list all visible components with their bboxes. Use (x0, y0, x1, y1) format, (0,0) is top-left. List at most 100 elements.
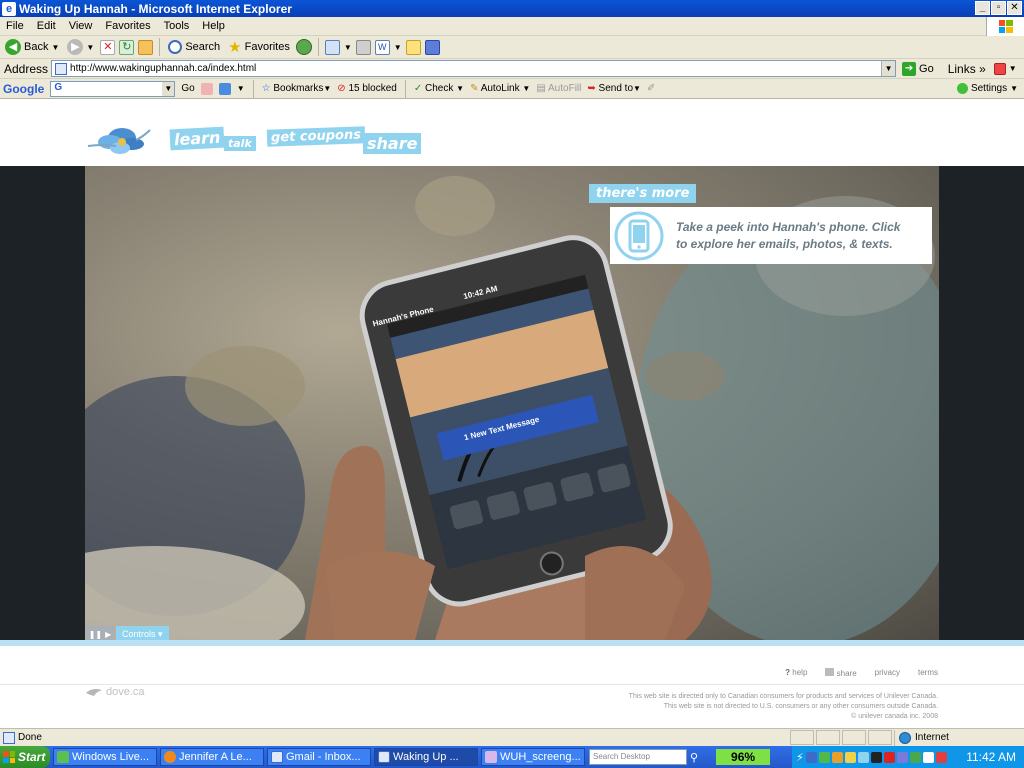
popup-blocker-button[interactable]: ⊘ 15 blocked (337, 83, 397, 94)
refresh-icon[interactable]: ↻ (119, 39, 135, 55)
standard-toolbar: ◀ Back ▼ ▶ ▼ ✕ ↻ Search ★ Favorites ▼ W … (0, 36, 1024, 59)
nav-share[interactable]: share (363, 133, 422, 154)
menu-help[interactable]: Help (202, 20, 225, 32)
antivirus-icon[interactable] (831, 751, 843, 763)
terms-link[interactable]: terms (918, 668, 938, 678)
autolink-button[interactable]: ✎ AutoLink ▼ (470, 83, 530, 94)
taskbar: Start Windows Live... Jennifer A Le... G… (0, 746, 1024, 768)
menu-favorites[interactable]: Favorites (105, 20, 150, 32)
settings-status-icon (956, 83, 968, 94)
popup-icon[interactable] (993, 62, 1006, 75)
clock[interactable]: 11:42 AM (966, 750, 1016, 764)
forward-arrow-icon: ▶ (67, 39, 84, 55)
minimize-button[interactable]: _ (975, 1, 990, 15)
links-dropdown-icon[interactable]: ▼ (1009, 64, 1017, 73)
controls-dropdown-icon: ▾ (158, 629, 163, 639)
task-wuh-screengrab[interactable]: WUH_screeng... (481, 748, 585, 766)
alert-icon[interactable] (883, 751, 895, 763)
go-button[interactable]: ➔ Go (902, 61, 934, 76)
flower-logo-icon[interactable] (86, 120, 152, 160)
sync-icon[interactable] (857, 751, 869, 763)
favorites-star-icon: ★ (228, 39, 242, 56)
maximize-button[interactable]: ▫ (991, 1, 1006, 15)
explore-phone-callout[interactable]: Take a peek into Hannah's phone. Click t… (610, 207, 932, 264)
share-link[interactable]: share (825, 668, 857, 678)
home-icon[interactable] (138, 39, 154, 55)
back-arrow-icon: ◀ (5, 39, 21, 55)
autofill-button[interactable]: ▤ AutoFill (536, 83, 581, 94)
history-icon[interactable] (295, 39, 312, 55)
update-icon[interactable] (844, 751, 856, 763)
mail-icon[interactable] (324, 39, 340, 55)
security-zone[interactable]: Internet (894, 729, 1024, 746)
menu-bar: File Edit View Favorites Tools Help (0, 17, 1024, 36)
windows-logo (986, 17, 1024, 36)
video-stage[interactable]: 10:42 AM Hannah's Phone 1 New Text Messa… (85, 166, 939, 640)
send-to-button[interactable]: ➥ Send to▼ (587, 83, 641, 94)
volume-icon[interactable] (909, 751, 921, 763)
google-news-icon[interactable] (218, 82, 231, 95)
video-player[interactable]: 10:42 AM Hannah's Phone 1 New Text Messa… (0, 166, 1024, 642)
back-dropdown-icon[interactable]: ▼ (51, 43, 59, 52)
question-icon: ? (785, 668, 791, 677)
edit-word-icon[interactable]: W (374, 39, 390, 55)
go-arrow-icon: ➔ (902, 61, 917, 76)
address-url[interactable]: http://www.wakinguphannah.ca/index.html (70, 63, 256, 74)
print-icon[interactable] (355, 39, 371, 55)
task-windows-live[interactable]: Windows Live... (53, 748, 157, 766)
nav-talk[interactable]: talk (224, 136, 256, 151)
edit-dropdown-icon[interactable]: ▼ (394, 43, 402, 52)
favorites-button[interactable]: ★ Favorites (226, 37, 292, 57)
close-button[interactable]: ✕ (1007, 1, 1022, 15)
desktop-search-icon[interactable]: ⚲ (690, 751, 698, 764)
bookmarks-button[interactable]: ☆ Bookmarks▼ (262, 83, 332, 94)
page-status-icon (3, 731, 15, 744)
google-settings-button[interactable]: Settings ▼ (956, 83, 1018, 94)
task-jennifer[interactable]: Jennifer A Le... (160, 748, 264, 766)
forward-button[interactable]: ▶ ▼ (65, 37, 96, 57)
nav-learn[interactable]: learn (169, 126, 225, 151)
address-input[interactable]: http://www.wakinguphannah.ca/index.html … (51, 60, 897, 77)
pagerank-icon[interactable] (200, 82, 213, 95)
discuss-icon[interactable] (405, 39, 421, 55)
google-go-button[interactable]: Go (181, 83, 194, 94)
menu-edit[interactable]: Edit (37, 20, 56, 32)
highlight-icon[interactable]: ✐ (647, 83, 655, 94)
messenger-icon[interactable] (424, 39, 440, 55)
back-button[interactable]: ◀ Back ▼ (3, 37, 61, 57)
help-link[interactable]: ? help (785, 668, 807, 678)
google-search-input[interactable]: G ▼ (50, 80, 176, 97)
messenger-tray-icon[interactable] (818, 751, 830, 763)
shield-icon[interactable] (896, 751, 908, 763)
theres-more-tag[interactable]: there's more (589, 184, 697, 203)
privacy-link[interactable]: privacy (875, 668, 900, 678)
network-icon[interactable] (805, 751, 817, 763)
google-logo[interactable]: Google (3, 82, 44, 96)
battery-meter: 96% (716, 749, 771, 765)
menu-view[interactable]: View (69, 20, 93, 32)
nav-get-coupons[interactable]: get coupons (266, 126, 366, 147)
task-gmail[interactable]: Gmail - Inbox... (267, 748, 371, 766)
desktop-search-input[interactable]: Search Desktop (589, 749, 687, 765)
tray-app-icon[interactable] (935, 751, 947, 763)
google-news-dropdown-icon[interactable]: ▼ (237, 84, 245, 93)
address-label: Address (4, 61, 49, 76)
menu-file[interactable]: File (6, 20, 24, 32)
search-button[interactable]: Search (166, 37, 222, 57)
phone-outline-icon (614, 211, 664, 260)
task-waking-up[interactable]: Waking Up ... (374, 748, 478, 766)
spell-check-button[interactable]: ✓ Check ▼ (414, 83, 464, 94)
mail-dropdown-icon[interactable]: ▼ (344, 43, 352, 52)
address-dropdown-icon[interactable]: ▼ (881, 61, 896, 76)
links-button[interactable]: Links » (948, 62, 986, 76)
dove-link[interactable]: dove.ca (86, 686, 145, 698)
ie-page-icon (378, 751, 390, 763)
google-search-dropdown-icon[interactable]: ▼ (162, 81, 175, 96)
search-magnifier-icon (168, 40, 183, 54)
menu-tools[interactable]: Tools (164, 20, 190, 32)
display-icon[interactable] (922, 751, 934, 763)
start-button[interactable]: Start (0, 746, 50, 768)
monitor-icon[interactable] (870, 751, 882, 763)
stop-icon[interactable]: ✕ (100, 39, 116, 55)
forward-dropdown-icon[interactable]: ▼ (86, 43, 94, 52)
